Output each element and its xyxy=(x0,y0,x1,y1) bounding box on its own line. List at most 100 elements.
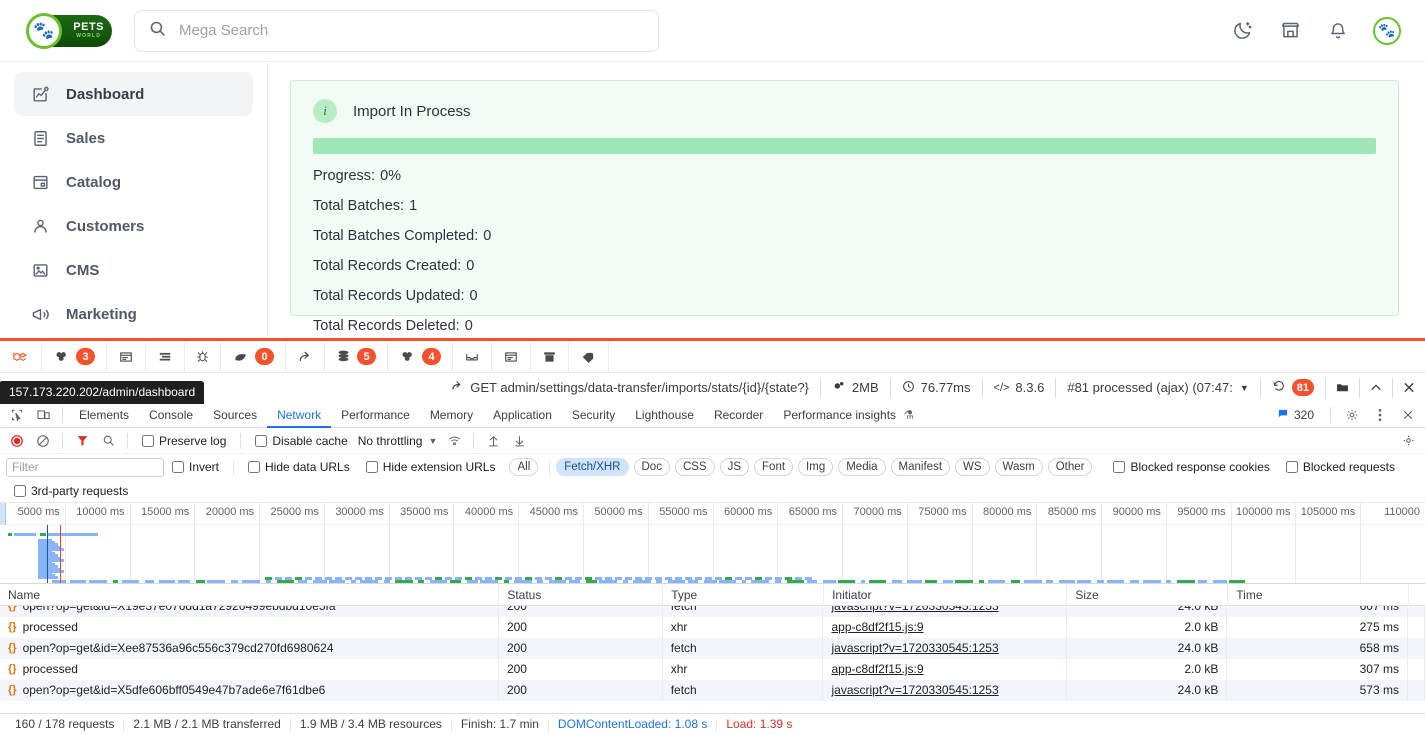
debugbar-bug-icon[interactable] xyxy=(185,340,221,373)
debugbar-route-icon[interactable] xyxy=(286,340,325,373)
initiator-link[interactable]: javascript?v=1720330545:1253 xyxy=(831,683,998,697)
third-party-requests-checkbox[interactable]: 3rd-party requests xyxy=(6,484,136,498)
blocked-response-cookies-input[interactable] xyxy=(1113,461,1126,473)
column-header-name[interactable]: Name xyxy=(0,583,500,606)
debugbar-session-icon[interactable] xyxy=(492,340,531,373)
hide-data-urls-input[interactable] xyxy=(248,461,261,473)
debugbar-cache-icon[interactable] xyxy=(531,340,569,373)
search-input[interactable] xyxy=(177,21,644,40)
debugbar-database-icon[interactable]: 5 xyxy=(325,340,388,373)
network-settings-icon[interactable] xyxy=(1395,429,1421,453)
column-header-size[interactable]: Size xyxy=(1067,583,1229,606)
overview-selection-handle[interactable] xyxy=(0,503,6,525)
store-icon[interactable] xyxy=(1277,18,1303,44)
sidebar-item-dashboard[interactable]: Dashboard xyxy=(14,72,253,116)
debugbar-php-segment[interactable]: </> 8.3.6 xyxy=(983,377,1057,398)
more-options-icon[interactable] xyxy=(1367,403,1393,427)
disable-cache-input[interactable] xyxy=(255,434,268,447)
invert-checkbox[interactable]: Invert xyxy=(164,460,227,474)
tab-sources[interactable]: Sources xyxy=(203,402,267,428)
third-party-requests-input[interactable] xyxy=(14,485,26,497)
inspect-element-icon[interactable] xyxy=(4,403,30,427)
initiator-link[interactable]: app-c8df2f15.js:9 xyxy=(831,662,923,676)
table-row[interactable]: {} processed 200 xhr app-c8df2f15.js:9 2… xyxy=(0,659,1425,680)
tab-elements[interactable]: Elements xyxy=(69,402,139,428)
record-button[interactable] xyxy=(4,429,30,453)
blocked-requests-input[interactable] xyxy=(1285,461,1298,473)
debugbar-collapse-icon[interactable] xyxy=(1360,377,1393,398)
tab-performance-insights[interactable]: Performance insights ⚗ xyxy=(773,402,924,428)
network-overview-timeline[interactable]: 5000 ms 10000 ms 15000 ms 20000 ms 25000 ms 3… xyxy=(0,502,1425,584)
table-row[interactable]: {} open?op=get&id=X5dfe606bff0549e47b7ad… xyxy=(0,680,1425,701)
debugbar-close-icon[interactable] xyxy=(1393,378,1425,398)
column-header-waterfall[interactable] xyxy=(1409,584,1425,606)
sidebar-item-marketing[interactable]: Marketing xyxy=(14,292,253,336)
tab-console[interactable]: Console xyxy=(139,402,203,428)
debugbar-cubes-icon[interactable]: 3 xyxy=(42,340,107,373)
tab-security[interactable]: Security xyxy=(562,402,625,428)
debugbar-route-segment[interactable]: GET admin/settings/data-transfer/imports… xyxy=(439,377,821,398)
disable-cache-checkbox[interactable]: Disable cache xyxy=(247,434,355,448)
initiator-link[interactable]: javascript?v=1720330545:1253 xyxy=(831,641,998,655)
filter-icon[interactable] xyxy=(69,429,95,453)
dark-mode-icon[interactable] xyxy=(1229,18,1255,44)
type-filter-all[interactable]: All xyxy=(509,458,539,476)
column-header-time[interactable]: Time xyxy=(1228,583,1410,606)
laravel-logo-icon[interactable] xyxy=(0,340,42,373)
column-header-status[interactable]: Status xyxy=(499,583,664,606)
clear-button[interactable] xyxy=(30,429,56,453)
blocked-requests-checkbox[interactable]: Blocked requests xyxy=(1278,460,1403,474)
debugbar-models-icon[interactable]: 4 xyxy=(388,340,453,373)
table-row[interactable]: {} processed 200 xhr app-c8df2f15.js:9 2… xyxy=(0,617,1425,638)
type-filter-manifest[interactable]: Manifest xyxy=(890,458,951,476)
device-toolbar-icon[interactable] xyxy=(30,403,56,427)
export-har-icon[interactable] xyxy=(506,429,532,453)
console-message-count[interactable]: 320 xyxy=(1269,408,1322,422)
import-har-icon[interactable] xyxy=(480,429,506,453)
type-filter-media[interactable]: Media xyxy=(838,458,886,476)
type-filter-font[interactable]: Font xyxy=(754,458,794,476)
tab-performance[interactable]: Performance xyxy=(331,402,420,428)
sidebar-item-sales[interactable]: Sales xyxy=(14,116,253,160)
type-filter-ws[interactable]: WS xyxy=(955,458,990,476)
settings-gear-icon[interactable] xyxy=(1339,403,1365,427)
debugbar-open-icon[interactable] xyxy=(1326,377,1360,398)
type-filter-wasm[interactable]: Wasm xyxy=(994,458,1043,476)
debugbar-request-select[interactable]: #81 processed (ajax) (07:47: ▼ xyxy=(1056,377,1261,398)
table-row[interactable]: {} open?op=get&id=Xee87536a96c556c379cd2… xyxy=(0,638,1425,659)
tab-lighthouse[interactable]: Lighthouse xyxy=(625,402,704,428)
blocked-response-cookies-checkbox[interactable]: Blocked response cookies xyxy=(1105,460,1277,474)
type-filter-css[interactable]: CSS xyxy=(674,458,715,476)
sidebar-item-cms[interactable]: CMS xyxy=(14,248,253,292)
tab-recorder[interactable]: Recorder xyxy=(704,402,773,428)
throttling-select[interactable]: No throttling ▼ xyxy=(356,434,442,448)
filter-input[interactable] xyxy=(6,457,164,477)
type-filter-img[interactable]: Img xyxy=(798,458,834,476)
debugbar-leaf-icon[interactable]: 0 xyxy=(221,340,286,373)
debugbar-tag-icon[interactable] xyxy=(569,340,609,373)
debugbar-time-segment[interactable]: 76.77ms xyxy=(891,377,983,398)
debugbar-history-segment[interactable]: 81 xyxy=(1261,377,1326,398)
bell-icon[interactable] xyxy=(1325,18,1351,44)
table-row[interactable]: {} open?op=get&id=X19e37e076dd1a72926499… xyxy=(0,606,1425,617)
hide-extension-urls-input[interactable] xyxy=(365,461,378,473)
debugbar-memory-segment[interactable]: 2MB xyxy=(821,377,891,398)
column-header-type[interactable]: Type xyxy=(663,583,825,606)
column-header-initiator[interactable]: Initiator xyxy=(824,583,1068,606)
debugbar-mail-icon[interactable] xyxy=(453,340,492,373)
type-filter-other[interactable]: Other xyxy=(1047,458,1093,476)
preserve-log-input[interactable] xyxy=(142,434,154,447)
avatar[interactable]: 🐾 xyxy=(1373,16,1401,45)
tab-memory[interactable]: Memory xyxy=(420,402,483,428)
debugbar-list-icon[interactable] xyxy=(146,340,185,373)
tab-application[interactable]: Application xyxy=(483,402,562,428)
type-filter-fetch-xhr[interactable]: Fetch/XHR xyxy=(556,458,629,476)
hide-extension-urls-checkbox[interactable]: Hide extension URLs xyxy=(358,460,504,474)
invert-input[interactable] xyxy=(172,461,184,473)
tab-network[interactable]: Network xyxy=(267,402,331,428)
app-logo[interactable]: 🐾 PETS WORLD xyxy=(26,12,112,49)
hide-data-urls-checkbox[interactable]: Hide data URLs xyxy=(240,460,358,474)
sidebar-item-catalog[interactable]: Catalog xyxy=(14,160,253,204)
initiator-link[interactable]: app-c8df2f15.js:9 xyxy=(831,620,923,634)
sidebar-item-customers[interactable]: Customers xyxy=(14,204,253,248)
